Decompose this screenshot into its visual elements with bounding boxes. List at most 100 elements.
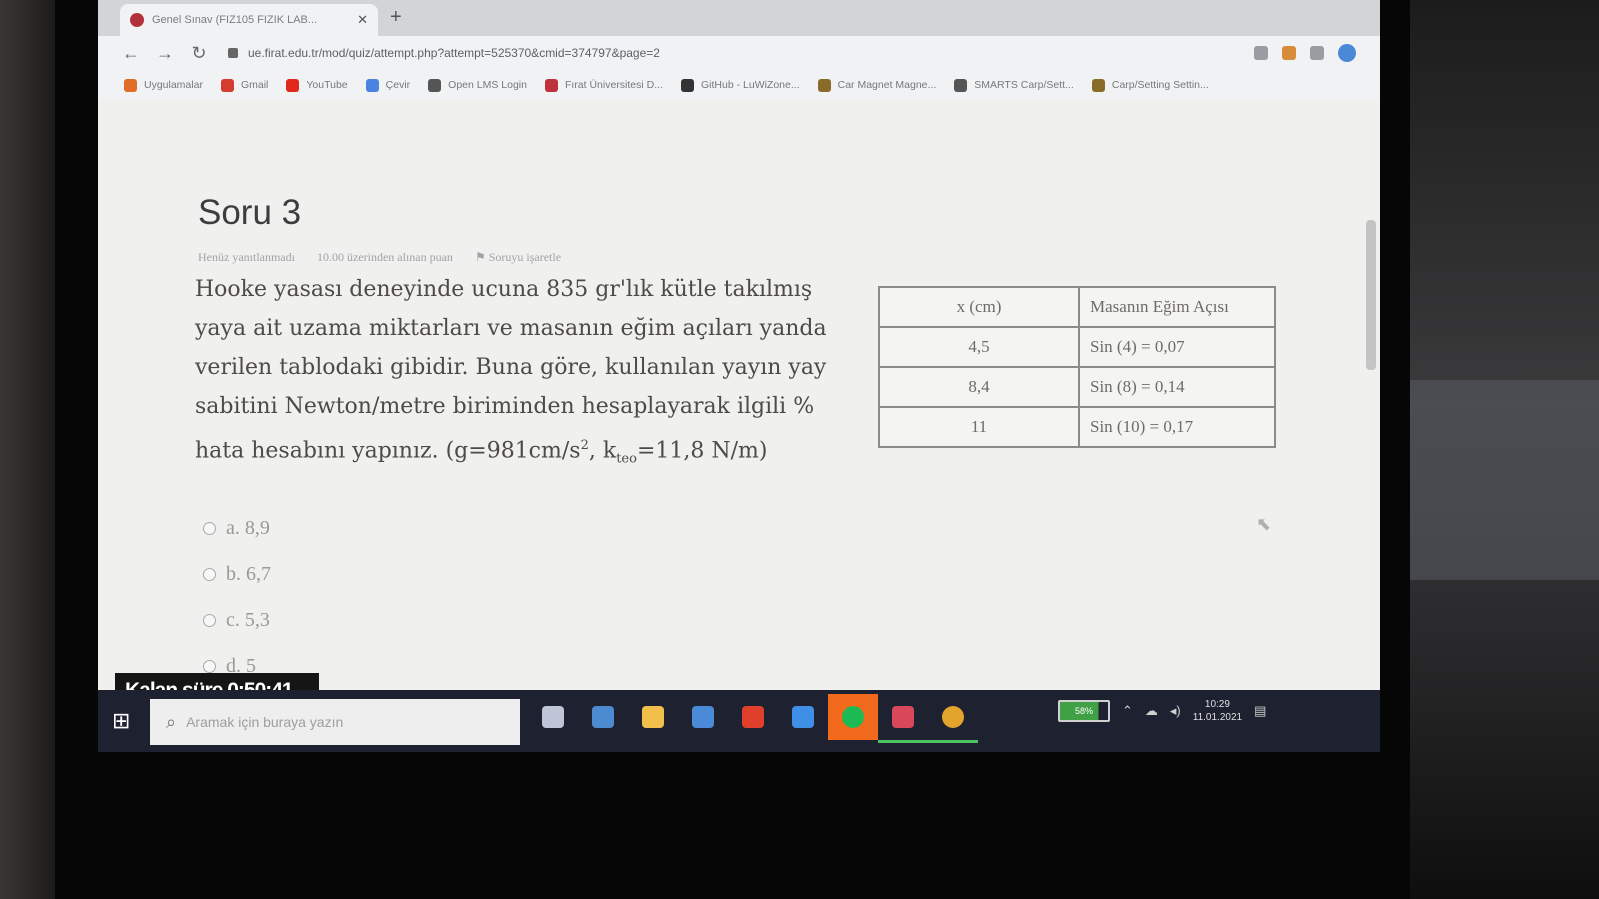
bookmark-icon (954, 78, 968, 92)
answer-label: b. 6,7 (226, 562, 271, 585)
bookmark-item[interactable]: GitHub - LuWiZone... (681, 78, 800, 92)
clock-date: 11.01.2021 (1192, 712, 1243, 723)
search-icon: ⌕ (166, 711, 177, 732)
windows-taskbar: ⊞ ⌕ Aramak için buraya yazın 58% ⌃ ☁ ◂) … (98, 690, 1380, 752)
office-icon (742, 706, 764, 728)
close-icon[interactable]: ✕ (357, 12, 368, 28)
question-points: 10.00 üzerinden alınan puan (316, 250, 453, 264)
task-view-icon (542, 706, 564, 728)
question-text-main: Hooke yasası deneyinde ucuna 835 gr'lık … (195, 277, 827, 464)
table-cell: 4,5 (878, 326, 1080, 368)
data-table: x (cm) Masanın Eğim Açısı 4,5 Sin (4) = … (878, 286, 1276, 448)
taskbar-app-button[interactable] (878, 694, 928, 743)
taskbar-app-button[interactable] (728, 694, 778, 740)
openlms-icon (428, 78, 442, 92)
system-tray: 58% ⌃ ☁ ◂) 10:29 11.01.2021 ▤ (1058, 698, 1266, 724)
bookmark-label: Carp/Setting Settin... (1111, 79, 1209, 91)
tray-chevron-icon[interactable]: ⌃ (1122, 703, 1133, 719)
mail-icon (692, 706, 714, 728)
bookmark-label: Fırat Üniversitesi D... (564, 79, 663, 91)
back-icon[interactable]: ← (114, 43, 148, 64)
bookmark-item[interactable]: Fırat Üniversitesi D... (544, 78, 663, 92)
radio-button[interactable] (203, 613, 216, 627)
radio-button[interactable] (203, 567, 216, 581)
table-header-row: x (cm) Masanın Eğim Açısı (878, 286, 1276, 328)
question-info: Henüz yanıtlanmadı 10.00 üzerinden alına… (198, 250, 561, 265)
reload-icon[interactable]: ↻ (182, 43, 216, 64)
site-favicon-icon (130, 13, 144, 27)
table-cell: 11 (878, 406, 1080, 448)
browser-toolbar: ← → ↻ ue.firat.edu.tr/mod/quiz/attempt.p… (98, 36, 1380, 70)
bookmark-item[interactable]: Gmail (220, 78, 268, 92)
network-icon[interactable]: ☁ (1145, 703, 1158, 719)
laptop-app-icon (592, 706, 614, 728)
extension-icon[interactable] (1254, 46, 1268, 60)
phone-app-icon (792, 706, 814, 728)
taskbar-app-button[interactable] (528, 694, 578, 740)
lock-icon (228, 48, 238, 58)
table-row: 4,5 Sin (4) = 0,07 (878, 326, 1276, 368)
tab-title: Genel Sınav (FIZ105 FIZIK LAB... (152, 14, 318, 26)
question-superscript: 2 (580, 438, 589, 453)
bookmark-item[interactable]: Çevir (365, 78, 410, 92)
page-scrollbar[interactable] (1366, 220, 1376, 370)
profile-avatar[interactable] (1338, 44, 1356, 62)
bookmark-item[interactable]: YouTube (286, 78, 348, 92)
bookmark-item[interactable]: Car Magnet Magne... (817, 78, 937, 92)
extension-icon[interactable] (1282, 46, 1296, 60)
answer-label: c. 5,3 (226, 608, 270, 631)
new-tab-icon[interactable]: + (390, 6, 402, 29)
bookmark-icon (817, 78, 831, 92)
taskbar-app-button[interactable] (928, 694, 978, 743)
windows-start-icon[interactable]: ⊞ (112, 708, 130, 734)
bookmark-item[interactable]: Uygulamalar (124, 78, 203, 92)
bookmark-item[interactable]: Carp/Setting Settin... (1091, 78, 1209, 92)
radio-button[interactable] (203, 521, 216, 535)
taskbar-app-button[interactable] (628, 694, 678, 740)
browser-tab[interactable]: Genel Sınav (FIZ105 FIZIK LAB... ✕ (120, 4, 378, 36)
answer-label: a. 8,9 (226, 516, 270, 539)
table-cell: Sin (10) = 0,17 (1078, 406, 1276, 448)
address-bar[interactable]: ue.firat.edu.tr/mod/quiz/attempt.php?att… (248, 46, 660, 60)
flag-question-link[interactable]: ⚑ Soruyu işaretle (475, 250, 561, 265)
answer-option-c[interactable]: c. 5,3 (203, 597, 271, 643)
monitor-screen: Genel Sınav (FIZ105 FIZIK LAB... ✕ + ← →… (98, 0, 1380, 752)
question-text: Hooke yasası deneyinde ucuna 835 gr'lık … (195, 270, 863, 479)
taskbar-app-button[interactable] (578, 694, 628, 740)
bookmark-label: YouTube (306, 79, 348, 91)
bookmark-label: Open LMS Login (448, 79, 527, 91)
file-explorer-icon (642, 706, 664, 728)
youtube-icon (286, 78, 300, 92)
chrome-icon (942, 706, 964, 728)
taskbar-clock[interactable]: 10:29 11.01.2021 (1193, 698, 1242, 724)
bookmark-label: GitHub - LuWiZone... (701, 79, 800, 91)
bookmark-label: Car Magnet Magne... (837, 79, 937, 91)
clock-time: 10:29 (1204, 699, 1230, 710)
taskbar-app-button[interactable] (678, 694, 728, 740)
taskbar-app-button[interactable] (778, 694, 828, 740)
table-row: 8,4 Sin (8) = 0,14 (878, 366, 1276, 408)
tab-strip: Genel Sınav (FIZ105 FIZIK LAB... ✕ + (98, 0, 1380, 36)
answer-option-a[interactable]: a. 8,9 (203, 505, 271, 551)
volume-icon[interactable]: ◂) (1170, 703, 1181, 719)
battery-icon[interactable]: 58% (1058, 700, 1110, 722)
table-header: Masanın Eğim Açısı (1078, 286, 1276, 328)
bookmark-item[interactable]: SMARTS Carp/Sett... (954, 78, 1074, 92)
taskbar-search-box[interactable]: ⌕ Aramak için buraya yazın (150, 699, 520, 745)
battery-level: 58% (1074, 706, 1093, 716)
bookmark-item[interactable]: Open LMS Login (428, 78, 527, 92)
apps-grid-icon (124, 78, 137, 92)
remote-desktop-icon (892, 706, 914, 728)
table-cell: Sin (4) = 0,07 (1078, 326, 1276, 368)
puzzle-icon[interactable] (1310, 46, 1324, 60)
question-subscript: teo (616, 451, 637, 467)
spotify-icon (842, 706, 864, 728)
notifications-icon[interactable]: ▤ (1254, 703, 1266, 719)
bookmark-label: Uygulamalar (144, 79, 203, 91)
answer-option-b[interactable]: b. 6,7 (203, 551, 271, 597)
forward-icon[interactable]: → (148, 43, 182, 64)
taskbar-app-button[interactable] (828, 694, 878, 740)
pinned-apps (528, 694, 978, 743)
question-text-end: =11,8 N/m) (636, 438, 768, 464)
radio-button[interactable] (203, 659, 216, 673)
